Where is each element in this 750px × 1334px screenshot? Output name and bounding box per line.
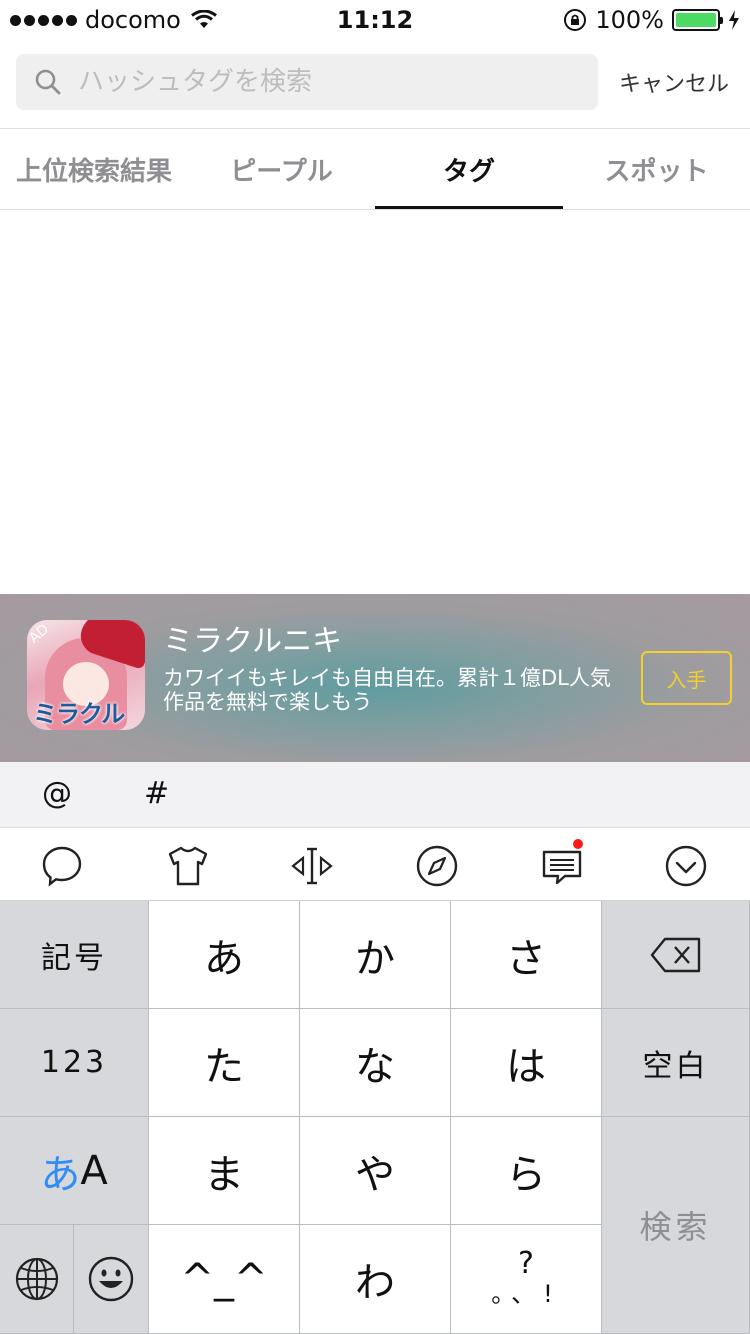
kana-toggle-label: あ	[40, 1151, 81, 1198]
charging-icon	[729, 10, 739, 30]
search-field[interactable]	[16, 54, 598, 110]
kana-alpha-toggle-key[interactable]: あA	[0, 1117, 149, 1225]
status-right: 100%	[563, 6, 740, 34]
ad-app-icon[interactable]: AD ミラクルニキ	[27, 620, 145, 730]
keyboard-toolbar	[0, 829, 750, 901]
ad-badge: AD	[27, 621, 53, 647]
kana-key-ha[interactable]: は	[451, 1009, 602, 1117]
tab-spots[interactable]: スポット	[563, 129, 750, 209]
message-icon	[542, 850, 582, 885]
search-key[interactable]: 検索	[602, 1117, 750, 1334]
alpha-toggle-label: A	[80, 1147, 108, 1194]
cursor-move-icon[interactable]	[289, 843, 335, 889]
compass-icon[interactable]	[414, 843, 460, 889]
chevron-down-circle-icon[interactable]	[663, 843, 709, 889]
symbol-row: @ #	[0, 762, 750, 828]
get-app-button[interactable]: 入手	[641, 651, 732, 705]
kana-key-ka[interactable]: か	[300, 901, 451, 1009]
backspace-key[interactable]	[602, 901, 750, 1009]
kana-key-ra[interactable]: ら	[451, 1117, 602, 1225]
kana-key-wa[interactable]: わ	[300, 1225, 451, 1334]
backspace-icon	[650, 937, 700, 972]
search-icon	[35, 69, 61, 95]
divider	[0, 209, 750, 210]
battery-icon	[672, 9, 723, 31]
ad-title: ミラクルニキ	[163, 624, 343, 659]
kana-keyboard: 記号 あ か さ 123 た な は 空白 あA ま や ら 検索 ^_^ わ …	[0, 901, 750, 1334]
search-tabs: 上位検索結果 ピープル タグ スポット	[0, 129, 750, 209]
search-input[interactable]	[78, 67, 558, 97]
kana-key-ma[interactable]: ま	[149, 1117, 300, 1225]
globe-icon	[15, 1257, 58, 1301]
battery-level	[676, 13, 716, 27]
tshirt-icon[interactable]	[165, 843, 211, 889]
punctuation-key[interactable]: ? 。、!	[451, 1225, 602, 1334]
battery-percent: 100%	[595, 6, 664, 34]
cancel-button[interactable]: キャンセル	[614, 66, 734, 98]
space-key[interactable]: 空白	[602, 1009, 750, 1117]
rotation-lock-icon	[564, 9, 587, 31]
kaomoji-key[interactable]: ^_^	[149, 1225, 300, 1334]
tab-people[interactable]: ピープル	[188, 129, 375, 209]
symbol-key[interactable]: 記号	[0, 901, 149, 1009]
kana-key-a[interactable]: あ	[149, 901, 300, 1009]
kana-key-ya[interactable]: や	[300, 1117, 451, 1225]
hash-key[interactable]: #	[144, 776, 169, 811]
message-button[interactable]	[539, 839, 585, 889]
kana-key-sa[interactable]: さ	[451, 901, 602, 1009]
kana-key-na[interactable]: な	[300, 1009, 451, 1117]
globe-key[interactable]	[0, 1225, 74, 1334]
notification-dot	[573, 839, 583, 849]
ad-description: カワイイもキレイも自由自在。累計１億DL人気作品を無料で楽しもう	[163, 666, 611, 714]
punct-marks: 。、!	[491, 1280, 561, 1308]
number-key[interactable]: 123	[0, 1009, 149, 1117]
ad-banner[interactable]: AD ミラクルニキ ミラクルニキ カワイイもキレイも自由自在。累計１億DL人気作…	[0, 594, 750, 762]
punct-question: ?	[518, 1246, 534, 1281]
kana-key-ta[interactable]: た	[149, 1009, 300, 1117]
tab-tags[interactable]: タグ	[375, 129, 563, 209]
speech-bubble-icon[interactable]	[39, 843, 85, 889]
tab-top-results[interactable]: 上位検索結果	[0, 129, 188, 209]
emoji-icon	[88, 1256, 134, 1302]
status-bar: docomo 11:12 100%	[0, 0, 750, 40]
at-key[interactable]: @	[42, 776, 72, 811]
ad-app-logo: ミラクルニキ	[33, 700, 125, 728]
emoji-key[interactable]	[74, 1225, 149, 1334]
